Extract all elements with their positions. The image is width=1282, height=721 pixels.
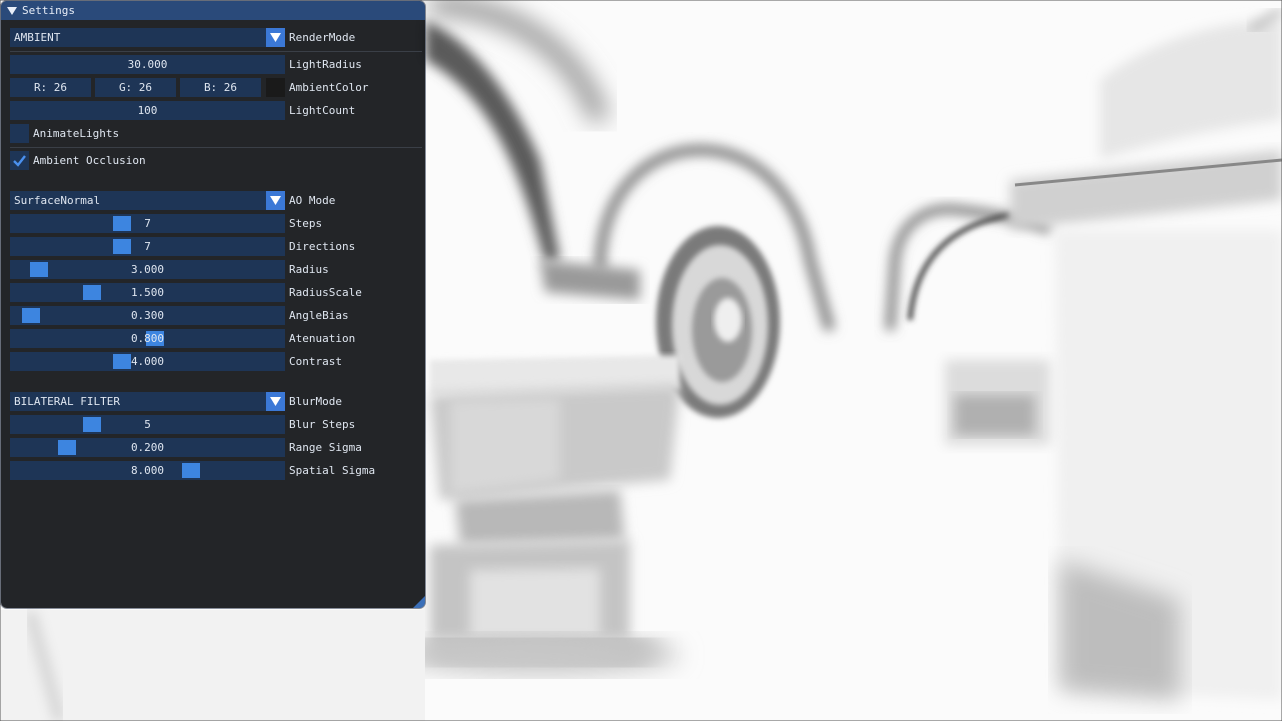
ambient-g-input[interactable]: G: 26	[95, 78, 176, 97]
light-radius-value: 30.000	[127, 58, 168, 71]
slider-radiusscale[interactable]: 1.500	[10, 283, 285, 302]
slider-contrast[interactable]: 4.000	[10, 352, 285, 371]
ambient-color-swatch[interactable]	[266, 78, 285, 97]
chevron-down-icon	[270, 33, 281, 42]
render-mode-value: AMBIENT	[14, 31, 61, 44]
slider-label: Steps	[289, 217, 323, 230]
light-count-drag[interactable]: 100	[10, 101, 285, 120]
ambient-r-value: R: 26	[33, 81, 68, 94]
slider-value: 7	[144, 217, 151, 230]
slider-value: 0.200	[130, 441, 165, 454]
animate-lights-row: AnimateLights	[10, 124, 310, 143]
slider-radius[interactable]: 3.000	[10, 260, 285, 279]
slider-directions[interactable]: 7	[10, 237, 285, 256]
slider-range-sigma[interactable]: 0.200	[10, 438, 285, 457]
ambient-occlusion-row: Ambient Occlusion	[10, 151, 310, 170]
ambient-b-input[interactable]: B: 26	[180, 78, 261, 97]
separator	[10, 147, 422, 148]
slider-value: 1.500	[130, 286, 165, 299]
animate-lights-label: AnimateLights	[33, 127, 120, 140]
slider-value: 0.800	[130, 332, 165, 345]
ambient-occlusion-label: Ambient Occlusion	[33, 154, 146, 167]
slider-label: Blur Steps	[289, 418, 356, 431]
ambient-r-input[interactable]: R: 26	[10, 78, 91, 97]
slider-steps[interactable]: 7	[10, 214, 285, 233]
slider-value: 5	[144, 418, 151, 431]
ambient-b-value: B: 26	[203, 81, 238, 94]
render-mode-dropdown-button[interactable]	[266, 28, 285, 47]
light-count-value: 100	[137, 104, 158, 117]
render-mode-label: RenderMode	[289, 31, 356, 44]
slider-anglebias[interactable]: 0.300	[10, 306, 285, 325]
slider-label: Contrast	[289, 355, 342, 368]
render-mode-combo[interactable]: AMBIENT	[10, 28, 285, 47]
ambient-g-value: G: 26	[118, 81, 153, 94]
window-title: Settings	[22, 4, 75, 17]
slider-label: AngleBias	[289, 309, 349, 322]
slider-blur-steps[interactable]: 5	[10, 415, 285, 434]
slider-label: Atenuation	[289, 332, 356, 345]
ambient-color-label: AmbientColor	[289, 81, 369, 94]
slider-value: 3.000	[130, 263, 165, 276]
ao-mode-dropdown-button[interactable]	[266, 191, 285, 210]
slider-value: 8.000	[130, 464, 165, 477]
slider-label: Spatial Sigma	[289, 464, 376, 477]
slider-value: 7	[144, 240, 151, 253]
ao-mode-value: SurfaceNormal	[14, 194, 101, 207]
slider-label: Range Sigma	[289, 441, 362, 454]
slider-spatial-sigma[interactable]: 8.000	[10, 461, 285, 480]
slider-label: Directions	[289, 240, 356, 253]
slider-value: 4.000	[130, 355, 165, 368]
animate-lights-checkbox[interactable]	[10, 124, 29, 143]
separator	[10, 51, 422, 52]
checkmark-icon	[13, 155, 26, 167]
slider-label: Radius	[289, 263, 329, 276]
blur-mode-value: BILATERAL FILTER	[14, 395, 120, 408]
light-count-label: LightCount	[289, 104, 356, 117]
collapse-triangle-icon[interactable]	[7, 6, 17, 16]
chevron-down-icon	[270, 196, 281, 205]
slider-atenuation[interactable]: 0.800	[10, 329, 285, 348]
light-radius-drag[interactable]: 30.000	[10, 55, 285, 74]
chevron-down-icon	[270, 397, 281, 406]
ambient-occlusion-checkbox[interactable]	[10, 151, 29, 170]
slider-label: RadiusScale	[289, 286, 362, 299]
blur-mode-label: BlurMode	[289, 395, 342, 408]
ao-mode-combo[interactable]: SurfaceNormal	[10, 191, 285, 210]
blur-mode-dropdown-button[interactable]	[266, 392, 285, 411]
settings-titlebar[interactable]: Settings	[1, 1, 425, 20]
light-radius-label: LightRadius	[289, 58, 362, 71]
ao-mode-label: AO Mode	[289, 194, 336, 207]
blur-mode-combo[interactable]: BILATERAL FILTER	[10, 392, 285, 411]
resize-grip-icon[interactable]	[413, 596, 425, 608]
slider-value: 0.300	[130, 309, 165, 322]
settings-window[interactable]: Settings AMBIENT RenderMode 30.000 Light…	[1, 1, 425, 608]
